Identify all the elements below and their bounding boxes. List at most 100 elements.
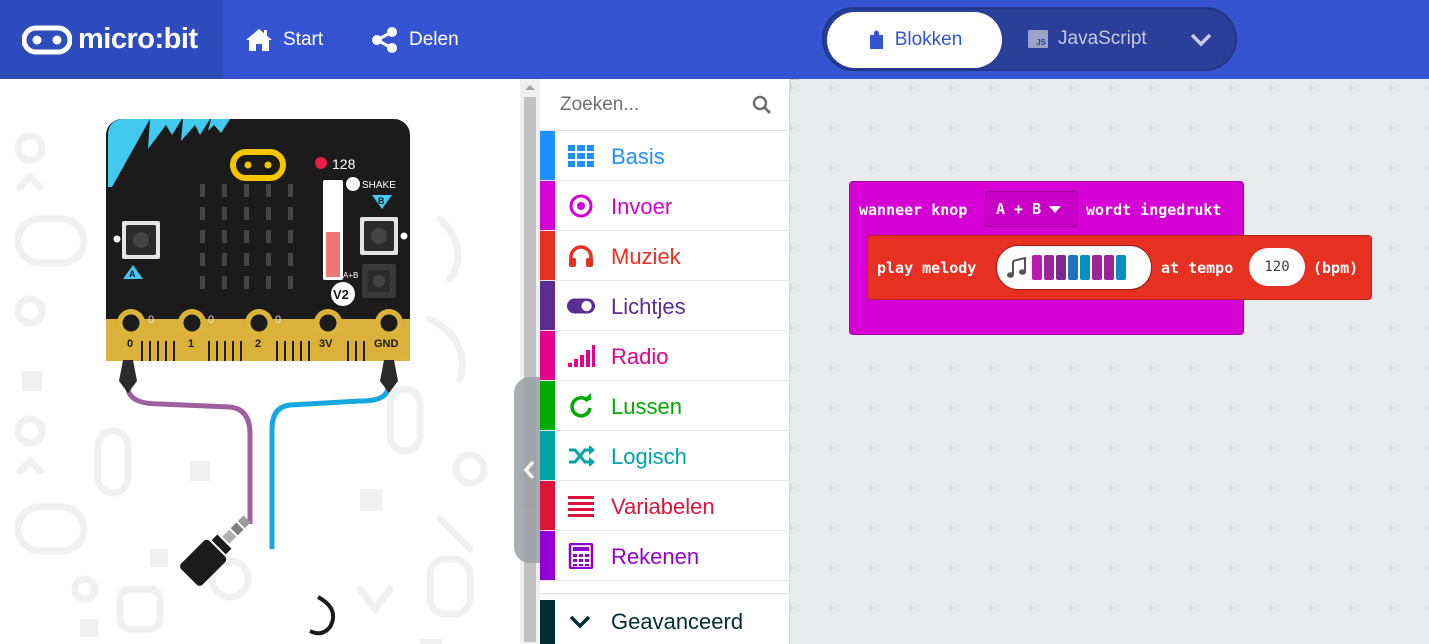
microbit-board[interactable]: 128 SHAKE A B A+B V2 0 0 0 0 1 2 3V GND <box>106 119 410 361</box>
pin-0-value: 0 <box>148 314 154 326</box>
category-color-bar <box>540 331 555 380</box>
category-label: Variabelen <box>611 494 715 519</box>
javascript-icon: JS <box>1028 30 1048 48</box>
category-color-bar <box>540 600 555 644</box>
category-label: Muziek <box>611 244 681 269</box>
shake-label: SHAKE <box>362 180 396 191</box>
pin-label-2: 2 <box>255 338 261 350</box>
pin-1-value: 0 <box>208 314 214 326</box>
pin-1[interactable] <box>178 309 206 337</box>
pin-label-0: 0 <box>127 338 133 350</box>
pin-2-value: 0 <box>275 314 281 326</box>
category-lussen[interactable]: Lussen <box>540 381 790 431</box>
pin-label-3v: 3V <box>319 338 333 350</box>
editor-toggle: Blokken JS JavaScript <box>822 7 1237 71</box>
dropdown-caret-icon <box>1049 205 1062 213</box>
event-block-prefix: wanneer knop <box>859 201 968 219</box>
category-rekenen[interactable]: Rekenen <box>540 531 790 581</box>
button-a-label: A <box>129 269 136 279</box>
button-b[interactable] <box>360 217 398 255</box>
melody-note-bar <box>1056 255 1066 280</box>
brand-name: micro:bit <box>78 23 198 55</box>
event-block-suffix: wordt ingedrukt <box>1086 201 1222 219</box>
brand[interactable]: micro:bit <box>0 0 223 79</box>
category-label: Basis <box>611 144 665 169</box>
melody-preview <box>1032 255 1126 280</box>
language-dropdown-button[interactable] <box>1186 25 1216 55</box>
search-icon[interactable] <box>752 95 772 115</box>
category-color-bar <box>540 281 555 330</box>
blocks-tab[interactable]: Blokken <box>827 12 1002 68</box>
toolbox: Basis Invoer Muziek Lic <box>540 79 790 644</box>
button-dropdown-value: A + B <box>996 200 1042 218</box>
sound-level: 128 <box>332 156 356 172</box>
search-input[interactable] <box>560 91 750 119</box>
category-label: Lussen <box>611 394 682 419</box>
button-a[interactable] <box>122 221 160 259</box>
category-lichtjes[interactable]: Lichtjes <box>540 281 790 331</box>
category-color-bar <box>540 131 555 180</box>
category-color-bar <box>540 481 555 530</box>
category-color-bar <box>540 231 555 280</box>
category-geavanceerd[interactable]: Geavanceerd <box>540 593 790 644</box>
start-button[interactable]: Start <box>245 24 323 56</box>
category-label: Radio <box>611 344 669 369</box>
toolbox-search <box>540 79 790 131</box>
javascript-label: JavaScript <box>1058 28 1147 49</box>
blocks-workspace[interactable] <box>790 79 1429 644</box>
top-bar: micro:bit Start Delen Blokken JS JavaScr… <box>0 0 1429 79</box>
share-button[interactable]: Delen <box>371 24 459 56</box>
microbit-logo-icon <box>22 25 72 54</box>
category-invoer[interactable]: Invoer <box>540 181 790 231</box>
list-icon <box>568 496 594 517</box>
home-icon <box>246 29 272 51</box>
melody-note-bar <box>1116 255 1126 280</box>
javascript-tab[interactable]: JS JavaScript <box>1028 23 1147 55</box>
melody-editor-field[interactable] <box>996 245 1152 290</box>
melody-note-bar <box>1080 255 1090 280</box>
simulator-panel: 128 SHAKE A B A+B V2 0 0 0 0 1 2 3V GND <box>0 79 520 644</box>
share-label: Delen <box>409 29 459 50</box>
melody-note-bar <box>1104 255 1114 280</box>
workspace-grid <box>790 79 1429 644</box>
pin-0[interactable] <box>117 309 145 337</box>
chevron-down-icon <box>569 615 591 629</box>
scroll-up-arrow-icon[interactable] <box>525 85 535 90</box>
version-badge: V2 <box>333 287 349 302</box>
share-icon <box>372 27 397 53</box>
button-dropdown[interactable]: A + B <box>985 191 1078 227</box>
melody-note-bar <box>1068 255 1078 280</box>
category-variabelen[interactable]: Variabelen <box>540 481 790 531</box>
category-color-bar <box>540 381 555 430</box>
grid-icon <box>568 145 594 167</box>
shuffle-icon <box>569 445 595 467</box>
pin-2[interactable] <box>245 309 273 337</box>
play-melody-label: play melody <box>877 259 977 277</box>
pin-3v[interactable] <box>314 309 342 337</box>
pin-gnd[interactable] <box>375 309 403 337</box>
chevron-down-icon <box>1190 33 1212 47</box>
pin-label-1: 1 <box>188 338 194 350</box>
tempo-input[interactable]: 120 <box>1249 248 1305 286</box>
category-basis[interactable]: Basis <box>540 131 790 181</box>
simulator-background: 128 SHAKE A B A+B V2 0 0 0 0 1 2 3V GND <box>14 119 488 644</box>
tempo-label: at tempo <box>1161 259 1234 277</box>
toggle-icon <box>567 298 595 314</box>
music-note-icon <box>1007 257 1026 278</box>
category-muziek[interactable]: Muziek <box>540 231 790 281</box>
shake-button[interactable] <box>346 177 360 191</box>
category-label: Logisch <box>611 444 687 469</box>
category-logisch[interactable]: Logisch <box>540 431 790 481</box>
play-melody-block[interactable]: play melody at tempo 120 (bpm) <box>867 235 1372 300</box>
pin-label-gnd: GND <box>374 338 399 350</box>
category-label: Lichtjes <box>611 294 686 319</box>
category-color-bar <box>540 431 555 480</box>
start-label: Start <box>283 29 324 50</box>
refresh-icon <box>570 393 592 418</box>
button-ab[interactable] <box>362 264 396 298</box>
category-label: Invoer <box>611 194 673 219</box>
puzzle-icon <box>869 30 883 49</box>
button-ab-label: A+B <box>343 271 358 280</box>
melody-note-bar <box>1044 255 1054 280</box>
category-radio[interactable]: Radio <box>540 331 790 381</box>
